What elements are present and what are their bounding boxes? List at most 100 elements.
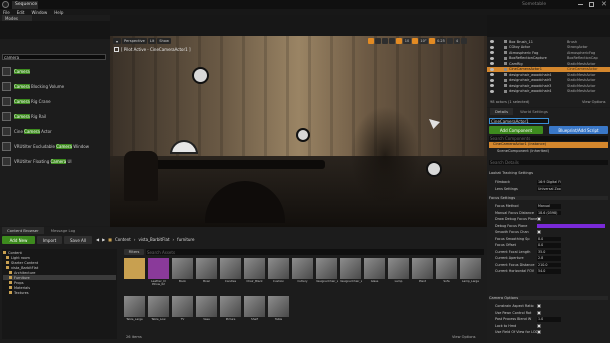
asset-tile[interactable]: Cutlery: [292, 258, 313, 292]
angle-snap-icon[interactable]: [412, 38, 418, 44]
outliner-view-options[interactable]: View Options: [582, 100, 606, 104]
property-value[interactable]: Manual: [537, 204, 561, 209]
camera-speed-value[interactable]: 4: [454, 38, 460, 44]
sound-actor-icon[interactable]: [426, 161, 442, 177]
asset-tile[interactable]: Sofa: [436, 258, 457, 292]
viewport-options-button[interactable]: ▾: [113, 38, 121, 44]
component-instance-row[interactable]: CineCameraActor1 (Instance): [489, 142, 608, 148]
modes-list-item[interactable]: Camera Blocking Volume: [2, 79, 108, 94]
world-local-icon[interactable]: [389, 38, 395, 44]
component-scene-row[interactable]: SceneComponent (Inherited): [489, 149, 608, 155]
asset-tile[interactable]: DesignerChair_woodchair: [340, 258, 362, 292]
asset-tile[interactable]: Table_Low: [148, 295, 169, 330]
asset-tile[interactable]: Vase: [196, 295, 217, 330]
outliner-row[interactable]: designchair_woodchair4 StaticMeshActor: [487, 89, 610, 95]
asset-tile[interactable]: Picture: [220, 295, 241, 330]
breadcrumb-item[interactable]: vista_BarbitFlat: [138, 237, 169, 242]
property-value[interactable]: 8.0: [537, 236, 561, 241]
search-assets-input[interactable]: Search Assets: [146, 249, 484, 255]
asset-tile[interactable]: Plant: [412, 258, 433, 292]
rotate-tool-icon[interactable]: [375, 38, 381, 44]
property-color-swatch[interactable]: [537, 223, 605, 228]
asset-tile[interactable]: TV: [172, 295, 193, 330]
viewport-mode-button[interactable]: Perspective: [122, 38, 147, 44]
breadcrumb-item[interactable]: furniture: [177, 237, 194, 242]
modes-search-input[interactable]: camera: [2, 54, 106, 60]
angle-snap-value[interactable]: 10°: [419, 38, 428, 44]
scale-tool-icon[interactable]: [382, 38, 388, 44]
visibility-eye-icon[interactable]: [490, 84, 494, 88]
import-button[interactable]: Import: [37, 236, 62, 244]
asset-tile[interactable]: Lamp_Large: [460, 258, 481, 292]
property-value[interactable]: 0.0: [537, 243, 561, 248]
menu-item-help[interactable]: Help: [54, 10, 63, 15]
camera-section-header[interactable]: Camera Options: [489, 296, 608, 300]
asset-tile[interactable]: Table_Large: [124, 295, 145, 330]
maximize-icon[interactable]: [589, 2, 594, 7]
window-tab[interactable]: Sequence: [12, 1, 38, 9]
add-new-button[interactable]: Add New: [2, 236, 35, 244]
asset-tile[interactable]: Shelf: [244, 295, 265, 330]
property-value[interactable]: 2.8: [537, 256, 561, 261]
asset-tile[interactable]: Glass: [364, 258, 385, 292]
breadcrumb-item[interactable]: Content: [115, 237, 131, 242]
asset-tile[interactable]: Table: [268, 295, 289, 330]
lookat-section-header[interactable]: Lookat Tracking Settings: [489, 171, 533, 175]
tab-details[interactable]: Details: [490, 108, 514, 115]
property-value[interactable]: 1.0: [537, 317, 561, 322]
search-details-input[interactable]: Search Details: [489, 160, 608, 165]
asset-tile[interactable]: Book: [172, 258, 193, 292]
forward-arrow-icon[interactable]: ▶: [102, 237, 105, 242]
save-all-button[interactable]: Save All: [64, 236, 92, 244]
sound-actor-icon[interactable]: [296, 128, 310, 142]
modes-list-item[interactable]: Cine Camera Actor: [2, 124, 108, 139]
filters-button[interactable]: Filters: [124, 249, 144, 255]
sound-actor-icon[interactable]: [192, 67, 209, 84]
scale-snap-value[interactable]: 0.25: [436, 38, 446, 44]
focus-section-header[interactable]: Focus Settings: [489, 196, 608, 200]
menu-item-file[interactable]: File: [3, 10, 10, 15]
asset-tile[interactable]: Lamp: [388, 258, 409, 292]
modes-list-item[interactable]: Camera Rig Crane: [2, 94, 108, 109]
property-checkbox[interactable]: [537, 330, 541, 335]
visibility-eye-icon[interactable]: [490, 40, 494, 44]
minimize-icon[interactable]: [578, 4, 583, 5]
back-arrow-icon[interactable]: ◀: [96, 237, 99, 242]
property-value[interactable]: 210.0: [537, 262, 561, 267]
asset-tile[interactable]: Cushion: [268, 258, 289, 292]
asset-tile[interactable]: Candles: [220, 258, 241, 292]
asset-tile[interactable]: Chair_Black: [244, 258, 265, 292]
grid-snap-value[interactable]: 10: [403, 38, 411, 44]
visibility-eye-icon[interactable]: [490, 78, 494, 82]
visibility-eye-icon[interactable]: [490, 62, 494, 66]
visibility-eye-icon[interactable]: [490, 56, 494, 60]
modes-list-item[interactable]: Camera Rig Rail: [2, 109, 108, 124]
asset-tile[interactable]: DesignerChair_wood: [316, 258, 338, 292]
maximize-viewport-icon[interactable]: [461, 38, 467, 44]
close-icon[interactable]: ✕: [601, 1, 608, 8]
property-checkbox[interactable]: [537, 310, 541, 315]
visibility-eye-icon[interactable]: [490, 73, 494, 77]
viewport[interactable]: ▾ Perspective Lit Show 10 10° 0.25 4 [ P…: [110, 36, 487, 227]
modes-list-item[interactable]: VRUtilter Floating Camera UI: [2, 154, 108, 169]
camera-speed-icon[interactable]: [447, 38, 453, 44]
property-checkbox[interactable]: [537, 304, 541, 309]
asset-tile[interactable]: Leather_Cl Pillow_02: [148, 258, 169, 292]
property-checkbox[interactable]: [537, 217, 541, 222]
folder-tree-item[interactable]: Textures: [3, 290, 116, 295]
scale-snap-icon[interactable]: [429, 38, 435, 44]
menu-item-edit[interactable]: Edit: [17, 10, 25, 15]
search-components-input[interactable]: Search Components: [489, 136, 608, 141]
menu-item-window[interactable]: Window: [31, 10, 47, 15]
visibility-eye-icon[interactable]: [490, 45, 494, 49]
tab-content-browser[interactable]: Content Browser: [2, 227, 44, 234]
tab-message-log[interactable]: Message Log: [46, 227, 81, 234]
visibility-eye-icon[interactable]: [490, 89, 494, 93]
asset-tile[interactable]: Bowl: [196, 258, 217, 292]
visibility-eye-icon[interactable]: [490, 67, 494, 71]
property-checkbox[interactable]: [537, 323, 541, 328]
visibility-eye-icon[interactable]: [490, 51, 494, 55]
blueprint-button[interactable]: Blueprint/Add Script: [549, 126, 608, 134]
property-value[interactable]: 54.0: [537, 269, 561, 274]
viewport-show-button[interactable]: Show: [157, 38, 171, 44]
